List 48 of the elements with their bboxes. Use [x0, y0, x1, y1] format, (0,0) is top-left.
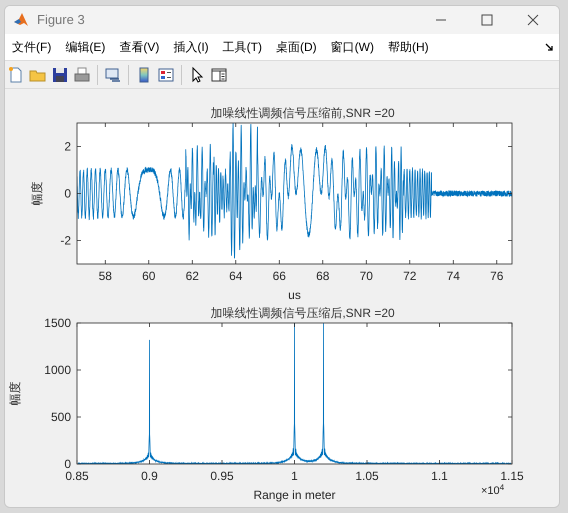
menu-item[interactable]: 编辑(E) [59, 38, 112, 56]
tick-label: -2 [60, 234, 71, 248]
maximize-icon[interactable] [481, 14, 493, 26]
tick-label: 1.15 [500, 469, 524, 483]
tick-label: 1 [291, 469, 298, 483]
tick-label: 66 [272, 269, 286, 283]
dock-arrow-icon[interactable] [545, 43, 553, 51]
menu-item[interactable]: 文件(F) [6, 38, 58, 56]
tick-label: 0.9 [141, 469, 158, 483]
tick-label: 64 [229, 269, 242, 283]
menu-item[interactable]: 帮助(H) [382, 38, 435, 56]
axis-exponent: ×10$^{4}$ [481, 486, 504, 497]
y-axis-label: 幅度 [30, 182, 44, 206]
tick-label: 0 [64, 186, 71, 200]
tick-label: 62 [186, 269, 199, 283]
menu-item[interactable]: 查看(V) [113, 38, 166, 56]
menu-item[interactable]: 插入(I) [167, 38, 215, 56]
app-logo-icon [13, 12, 29, 28]
menu-item[interactable]: 桌面(D) [270, 38, 323, 56]
close-icon[interactable] [527, 14, 539, 26]
tick-label: 74 [446, 269, 460, 283]
menu-item[interactable]: 工具(T) [216, 38, 268, 56]
tick-label: 70 [360, 269, 373, 283]
plot-title: 加噪线性调频信号压缩前,SNR =20 [210, 106, 395, 120]
tick-label: 60 [142, 269, 156, 283]
window-title: Figure 3 [37, 11, 85, 30]
tick-label: 0.95 [210, 469, 234, 483]
tick-label: 72 [403, 269, 416, 283]
legend-icon[interactable] [157, 66, 175, 84]
plot-title: 加噪线性调频信号压缩后,SNR =20 [210, 306, 395, 320]
tick-label: 500 [50, 410, 71, 424]
tick-label: 1.1 [431, 469, 448, 483]
menu-item[interactable]: 窗口(W) [324, 38, 380, 56]
tick-label: 0.85 [65, 469, 89, 483]
x-axis-label: Range in meter [253, 488, 336, 502]
tick-label: 58 [98, 269, 112, 283]
tick-label: 1500 [44, 316, 71, 330]
tick-label: 76 [490, 269, 504, 283]
tick-label: 1000 [44, 363, 71, 377]
print-icon[interactable] [73, 66, 91, 84]
tick-label: 68 [316, 269, 330, 283]
save-icon[interactable] [51, 66, 69, 84]
x-axis-label: us [288, 288, 301, 302]
y-axis-label: 幅度 [8, 382, 22, 406]
property-panel-icon[interactable] [210, 66, 228, 84]
tick-label: 0 [64, 457, 71, 471]
tick-label: 1.05 [355, 469, 379, 483]
tick-label: 2 [64, 140, 71, 154]
